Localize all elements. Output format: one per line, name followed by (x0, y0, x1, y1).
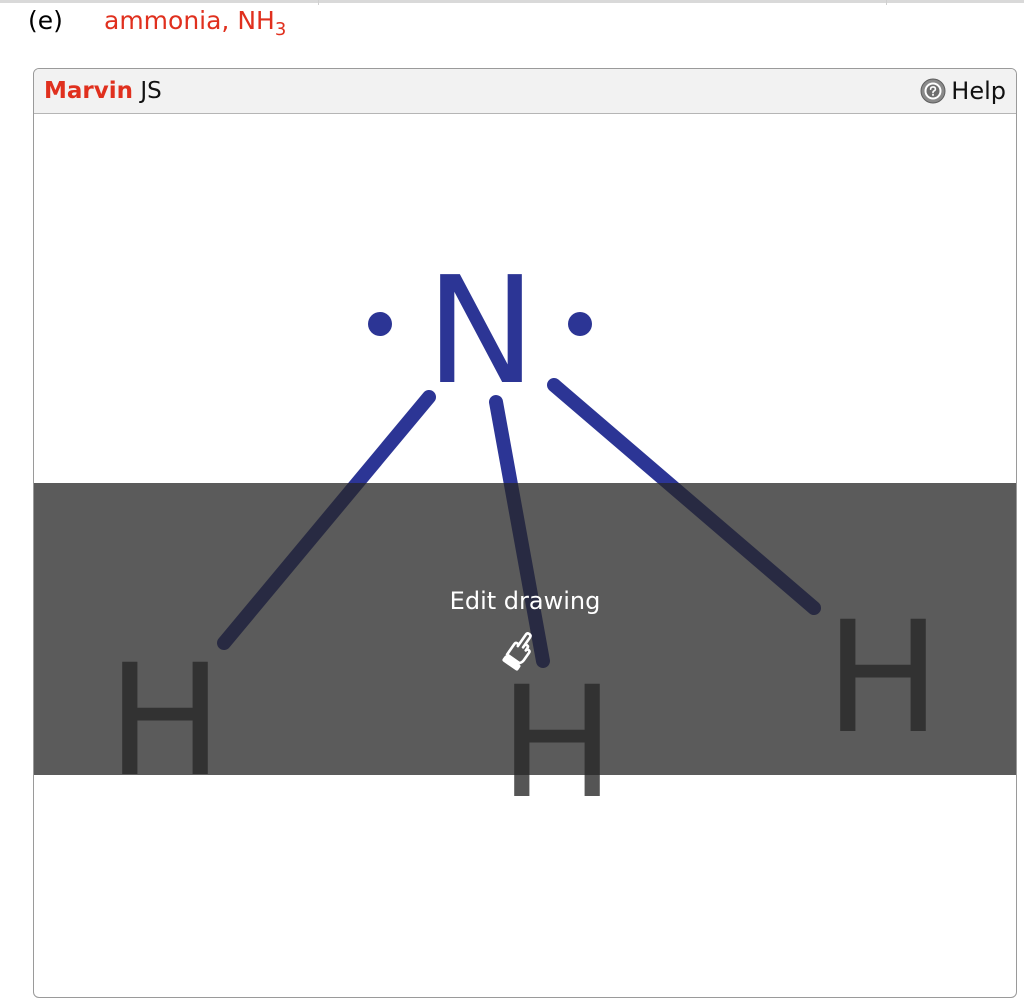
question-formula: ammonia, NH (104, 6, 275, 35)
divider-tick (886, 0, 887, 5)
pointing-hand-icon (502, 632, 532, 671)
edit-drawing-label: Edit drawing (449, 587, 601, 615)
brand-suffix: JS (133, 78, 162, 104)
marvin-editor[interactable]: Marvin JS Help N H H H (33, 68, 1017, 998)
edit-drawing-overlay[interactable]: Edit drawing (34, 483, 1016, 775)
editor-brand: Marvin JS (44, 76, 162, 106)
top-divider (0, 0, 1024, 5)
drawing-canvas[interactable]: N H H H Edit drawing (34, 114, 1016, 997)
question-subscript: 3 (274, 19, 287, 40)
question-label: (e) (28, 6, 63, 35)
editor-header: Marvin JS Help (34, 69, 1016, 114)
question-heading: (e) ammonia, NH3 (28, 4, 286, 39)
question-circle-icon (920, 78, 946, 104)
help-button[interactable]: Help (920, 76, 1006, 106)
question-text: ammonia, NH3 (104, 6, 286, 39)
help-label: Help (951, 77, 1006, 105)
lone-pair-electron (568, 312, 592, 336)
divider-tick (318, 0, 319, 5)
lone-pair-electron (368, 312, 392, 336)
nitrogen-atom-label: N (426, 245, 537, 417)
brand-name: Marvin (44, 78, 134, 104)
